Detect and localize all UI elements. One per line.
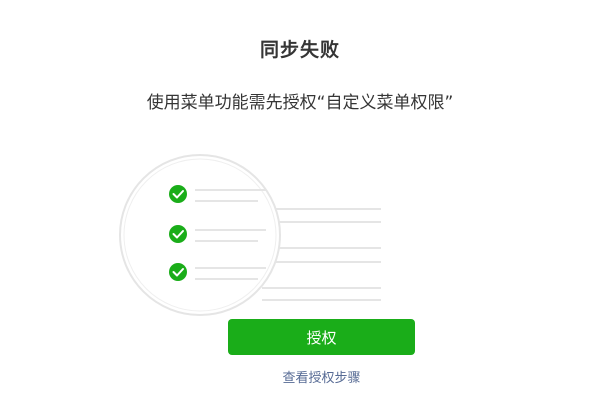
magnifier-circle [119, 154, 281, 316]
check-circle-icon [169, 225, 187, 243]
check-circle-icon [169, 263, 187, 281]
check-circle-icon [169, 185, 187, 203]
authorize-button[interactable]: 授权 [228, 319, 415, 355]
view-authorization-steps-link[interactable]: 查看授权步骤 [228, 367, 415, 386]
